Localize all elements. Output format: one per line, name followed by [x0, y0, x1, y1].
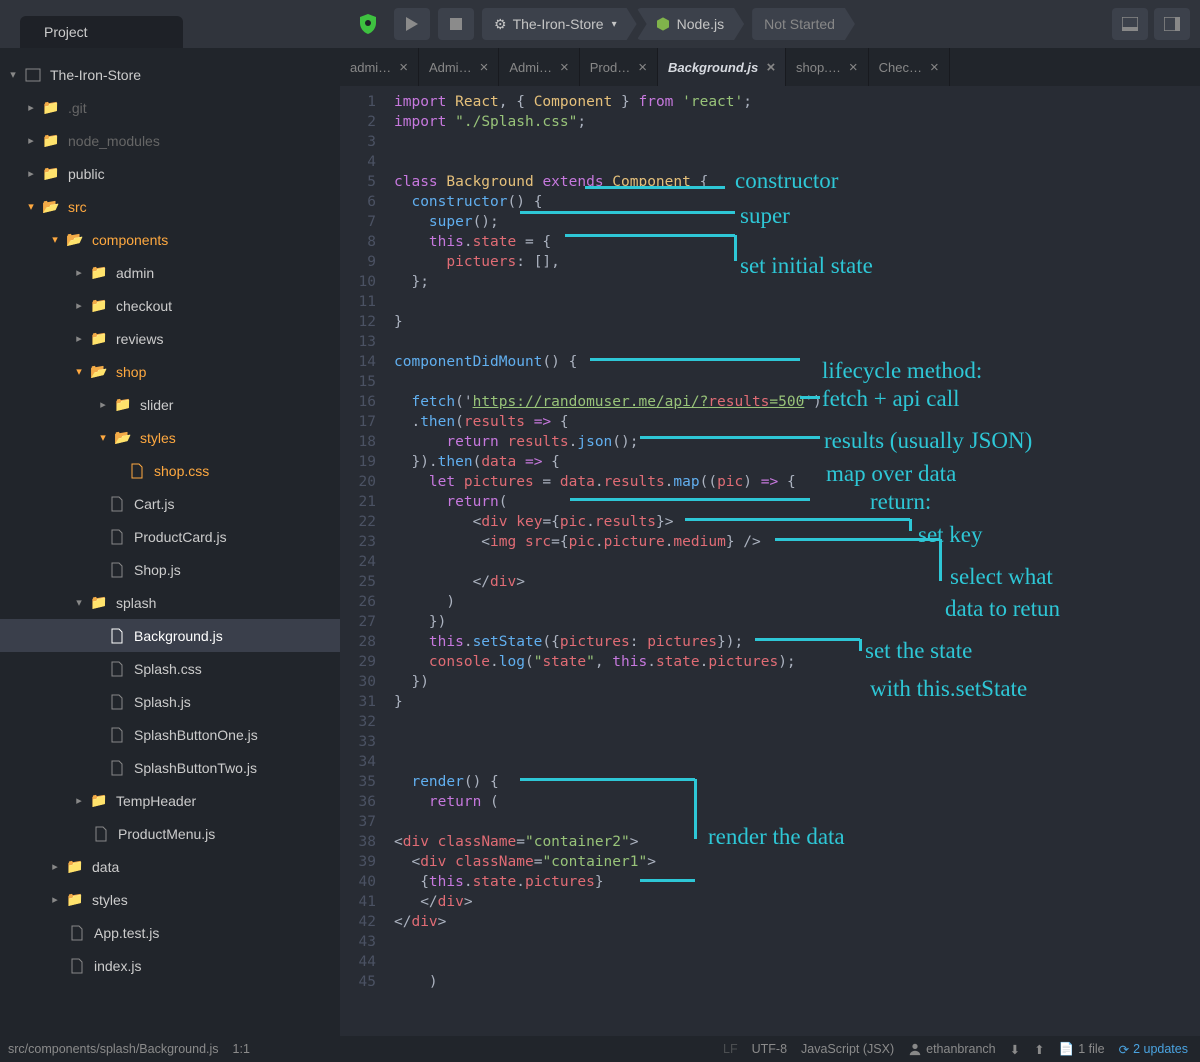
tree-node-modules[interactable]: ▸📁node_modules: [0, 124, 340, 157]
tree-splash-css[interactable]: Splash.css: [0, 652, 340, 685]
file-tree[interactable]: ▾The-Iron-Store ▸📁.git ▸📁node_modules ▸📁…: [0, 48, 340, 1036]
tree-indexjs[interactable]: index.js: [0, 949, 340, 982]
tree-components[interactable]: ▾📂components: [0, 223, 340, 256]
panel-btn-2[interactable]: [1154, 8, 1190, 40]
tree-styles2[interactable]: ▸📁styles: [0, 883, 340, 916]
callout-line: [800, 396, 820, 399]
callout-line: [565, 234, 735, 237]
tree-src[interactable]: ▾📂src: [0, 190, 340, 223]
status-path: src/components/splash/Background.js: [0, 1042, 219, 1056]
close-icon[interactable]: ×: [560, 59, 569, 76]
tree-splash-js[interactable]: Splash.js: [0, 685, 340, 718]
status-files[interactable]: 📄 1 file: [1059, 1042, 1105, 1057]
node-crumb[interactable]: Node.js: [637, 8, 744, 40]
tree-productmenu[interactable]: ProductMenu.js: [0, 817, 340, 850]
ann-setstate1: set the state: [865, 638, 972, 664]
tree-reviews[interactable]: ▸📁reviews: [0, 322, 340, 355]
close-icon[interactable]: ×: [638, 59, 647, 76]
tree-root[interactable]: ▾The-Iron-Store: [0, 58, 340, 91]
tab-6[interactable]: Chec…×: [869, 48, 950, 86]
callout-line: [570, 498, 810, 501]
ann-map: map over data: [826, 461, 956, 487]
toolbar: Project ⚙ The-Iron-Store ▾ Node.js Not S…: [0, 0, 1200, 48]
status-pos: 1:1: [233, 1042, 250, 1056]
tab-2[interactable]: Admi…×: [499, 48, 579, 86]
ann-super: super: [740, 203, 790, 229]
tree-tempheader[interactable]: ▸📁TempHeader: [0, 784, 340, 817]
ann-results: results (usually JSON): [824, 428, 1032, 454]
callout-line: [585, 186, 725, 189]
tree-splash[interactable]: ▾📁splash: [0, 586, 340, 619]
tree-styles[interactable]: ▾📂styles: [0, 421, 340, 454]
status-user[interactable]: ethanbranch: [908, 1042, 996, 1056]
tab-3[interactable]: Prod…×: [580, 48, 658, 86]
tree-admin[interactable]: ▸📁admin: [0, 256, 340, 289]
panel-btn-1[interactable]: [1112, 8, 1148, 40]
close-icon[interactable]: ×: [480, 59, 489, 76]
play-button[interactable]: [394, 8, 430, 40]
close-icon[interactable]: ×: [766, 59, 775, 76]
project-tab[interactable]: Project: [20, 16, 183, 48]
ann-constructor: constructor: [735, 168, 838, 194]
tab-1[interactable]: Admi…×: [419, 48, 499, 86]
not-started-label: Not Started: [752, 8, 855, 40]
tree-data[interactable]: ▸📁data: [0, 850, 340, 883]
run-config-crumb[interactable]: ⚙ The-Iron-Store ▾: [482, 8, 637, 40]
close-icon[interactable]: ×: [849, 59, 858, 76]
tree-productcard[interactable]: ProductCard.js: [0, 520, 340, 553]
callout-line: [640, 436, 820, 439]
code-area[interactable]: 1234567891011121314151617181920212223242…: [340, 86, 1200, 1036]
editor-tabs: admi…× Admi…× Admi…× Prod…× Background.j…: [340, 48, 1200, 86]
status-lf[interactable]: LF: [723, 1042, 738, 1056]
tree-apptest[interactable]: App.test.js: [0, 916, 340, 949]
callout-line: [685, 518, 910, 521]
tree-shop-js[interactable]: Shop.js: [0, 553, 340, 586]
line-gutter: 1234567891011121314151617181920212223242…: [340, 86, 390, 1036]
callout-line: [775, 538, 940, 541]
tree-sb1[interactable]: SplashButtonOne.js: [0, 718, 340, 751]
ann-return: return:: [870, 489, 931, 515]
down-arrow-icon[interactable]: ⬇: [1010, 1042, 1020, 1057]
close-icon[interactable]: ×: [399, 59, 408, 76]
ann-select1: select what: [950, 564, 1053, 590]
status-enc[interactable]: UTF-8: [752, 1042, 787, 1056]
up-arrow-icon[interactable]: ⬆: [1034, 1042, 1044, 1057]
node-icon: [655, 16, 671, 32]
wheel-icon: ⚙: [494, 16, 507, 33]
user-icon: [908, 1042, 922, 1056]
stop-button[interactable]: [438, 8, 474, 40]
tree-slider[interactable]: ▸📁slider: [0, 388, 340, 421]
ann-setstate2: with this.setState: [870, 676, 1027, 702]
editor: admi…× Admi…× Admi…× Prod…× Background.j…: [340, 48, 1200, 1036]
code-body[interactable]: import React, { Component } from 'react'…: [390, 86, 1200, 1036]
project-tab-well: Project: [0, 0, 340, 48]
status-bar: src/components/splash/Background.js 1:1 …: [0, 1036, 1200, 1062]
tree-checkout[interactable]: ▸📁checkout: [0, 289, 340, 322]
ann-lifecycle2: fetch + api call: [822, 386, 959, 412]
tree-sb2[interactable]: SplashButtonTwo.js: [0, 751, 340, 784]
ann-render: render the data: [708, 824, 845, 850]
tab-0[interactable]: admi…×: [340, 48, 419, 86]
ann-select2: data to retun: [945, 596, 1060, 622]
tree-background-js[interactable]: Background.js: [0, 619, 340, 652]
callout-line: [755, 638, 860, 641]
status-updates[interactable]: ⟳ 2 updates: [1119, 1042, 1188, 1057]
tree-cart[interactable]: Cart.js: [0, 487, 340, 520]
ann-lifecycle1: lifecycle method:: [822, 358, 982, 384]
tab-4-active[interactable]: Background.js×: [658, 48, 786, 86]
status-lang[interactable]: JavaScript (JSX): [801, 1042, 894, 1056]
callout-line: [590, 358, 800, 361]
shield-icon[interactable]: [350, 8, 386, 40]
callout-line: [640, 879, 695, 882]
tree-public[interactable]: ▸📁public: [0, 157, 340, 190]
close-icon[interactable]: ×: [930, 59, 939, 76]
tree-git[interactable]: ▸📁.git: [0, 91, 340, 124]
tab-5[interactable]: shop.…×: [786, 48, 869, 86]
tree-shop-css[interactable]: shop.css: [0, 454, 340, 487]
callout-line: [520, 211, 735, 214]
ann-initial-state: set initial state: [740, 253, 873, 279]
ann-setkey: set key: [918, 522, 983, 548]
tree-shop[interactable]: ▾📂shop: [0, 355, 340, 388]
callout-line: [520, 778, 695, 781]
